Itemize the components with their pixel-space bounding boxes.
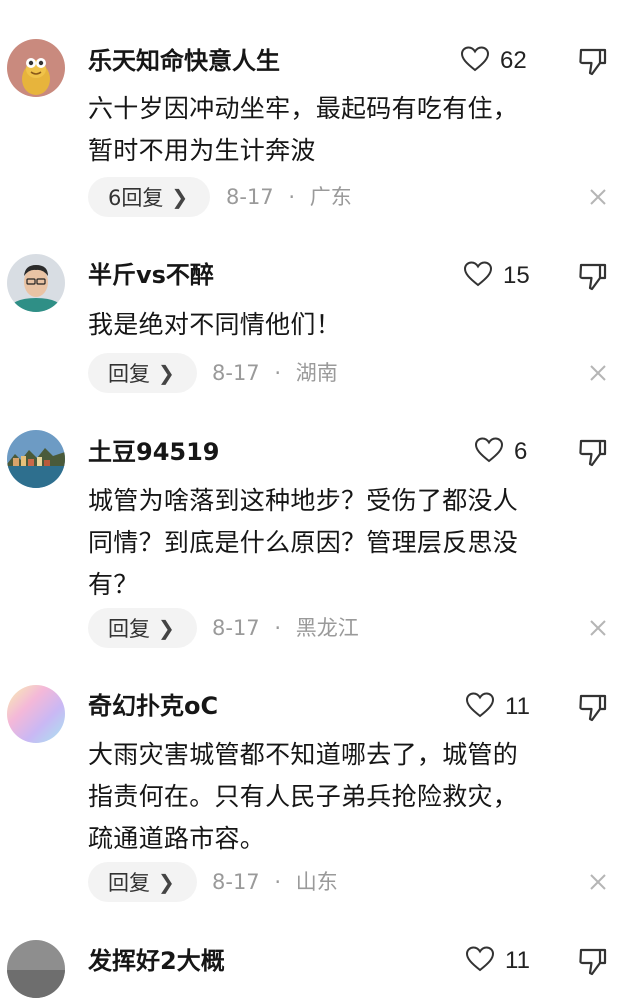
- avatar[interactable]: [7, 685, 65, 743]
- comment-text: 我是绝对不同情他们！: [88, 310, 342, 339]
- dislike-button[interactable]: [577, 945, 609, 977]
- comment-date: 8-17: [226, 185, 274, 209]
- username[interactable]: 乐天知命快意人生: [88, 46, 280, 76]
- dismiss-button[interactable]: [586, 185, 610, 209]
- avatar[interactable]: [7, 254, 65, 312]
- heart-outline-icon: [460, 45, 490, 77]
- heart-outline-icon: [474, 436, 504, 468]
- like-count: 11: [505, 693, 530, 720]
- dislike-button[interactable]: [577, 436, 609, 468]
- close-icon: [590, 189, 606, 205]
- comment-meta: 8-17 · 黑龙江: [212, 608, 359, 648]
- comment-location: 湖南: [295, 361, 338, 385]
- chevron-right-icon: ❯: [158, 361, 175, 385]
- reply-label: 6回复: [108, 186, 164, 210]
- username[interactable]: 土豆94519: [88, 437, 220, 467]
- chevron-right-icon: ❯: [171, 185, 189, 209]
- dislike-button[interactable]: [577, 260, 609, 292]
- username[interactable]: 发挥好2大概: [88, 946, 225, 976]
- username[interactable]: 奇幻扑克oC: [88, 691, 218, 721]
- dismiss-button[interactable]: [586, 870, 610, 894]
- chevron-right-icon: ❯: [158, 870, 175, 894]
- heart-outline-icon: [465, 691, 495, 723]
- close-icon: [590, 620, 606, 636]
- like-button[interactable]: 62: [460, 46, 527, 76]
- reply-button[interactable]: 回复 ❯: [88, 608, 197, 648]
- like-button[interactable]: 11: [465, 692, 530, 722]
- thumbs-down-icon: [579, 263, 607, 291]
- comment-date: 8-17: [212, 361, 260, 385]
- dismiss-button[interactable]: [586, 361, 610, 385]
- reply-button[interactable]: 回复 ❯: [88, 862, 197, 902]
- chevron-right-icon: ❯: [158, 616, 175, 640]
- dislike-button[interactable]: [577, 691, 609, 723]
- thumbs-down-icon: [579, 694, 607, 722]
- separator: ·: [274, 361, 282, 385]
- separator: ·: [274, 870, 282, 894]
- like-count: 6: [514, 438, 528, 465]
- like-button[interactable]: 11: [465, 946, 530, 976]
- reply-label: 回复: [108, 871, 150, 895]
- reply-button[interactable]: 回复 ❯: [88, 353, 197, 393]
- thumbs-down-icon: [579, 48, 607, 76]
- like-count: 62: [500, 47, 527, 74]
- like-button[interactable]: 15: [463, 261, 530, 291]
- reply-label: 回复: [108, 362, 150, 386]
- dislike-button[interactable]: [577, 45, 609, 77]
- comment-meta: 8-17 · 广东: [226, 177, 352, 217]
- like-button[interactable]: 6: [474, 437, 527, 467]
- like-count: 15: [503, 262, 530, 289]
- close-icon: [590, 365, 606, 381]
- avatar[interactable]: [7, 940, 65, 998]
- comment-text: 大雨灾害城管都不知道哪去了，城管的 指责何在。只有人民子弟兵抢险救灾， 疏通道路…: [88, 740, 519, 853]
- username[interactable]: 半斤vs不醉: [88, 260, 214, 290]
- comment-date: 8-17: [212, 616, 260, 640]
- reply-button[interactable]: 6回复 ❯: [88, 177, 211, 217]
- heart-outline-icon: [463, 260, 493, 292]
- comment-location: 广东: [309, 185, 352, 209]
- close-icon: [590, 874, 606, 890]
- thumbs-down-icon: [579, 948, 607, 976]
- thumbs-down-icon: [579, 439, 607, 467]
- comment-meta: 8-17 · 湖南: [212, 353, 338, 393]
- comment-location: 山东: [295, 870, 338, 894]
- heart-outline-icon: [465, 945, 495, 977]
- like-count: 11: [505, 947, 530, 974]
- separator: ·: [274, 616, 282, 640]
- comment-meta: 8-17 · 山东: [212, 862, 338, 902]
- separator: ·: [288, 185, 296, 209]
- avatar[interactable]: [7, 430, 65, 488]
- avatar[interactable]: [7, 39, 65, 97]
- comment-text: 六十岁因冲动坐牢，最起码有吃有住， 暂时不用为生计奔波: [88, 94, 519, 165]
- comment-location: 黑龙江: [295, 616, 359, 640]
- comment-date: 8-17: [212, 870, 260, 894]
- reply-label: 回复: [108, 617, 150, 641]
- dismiss-button[interactable]: [586, 616, 610, 640]
- comment-text: 城管为啥落到这种地步？受伤了都没人 同情？到底是什么原因？管理层反思没 有？: [88, 486, 519, 599]
